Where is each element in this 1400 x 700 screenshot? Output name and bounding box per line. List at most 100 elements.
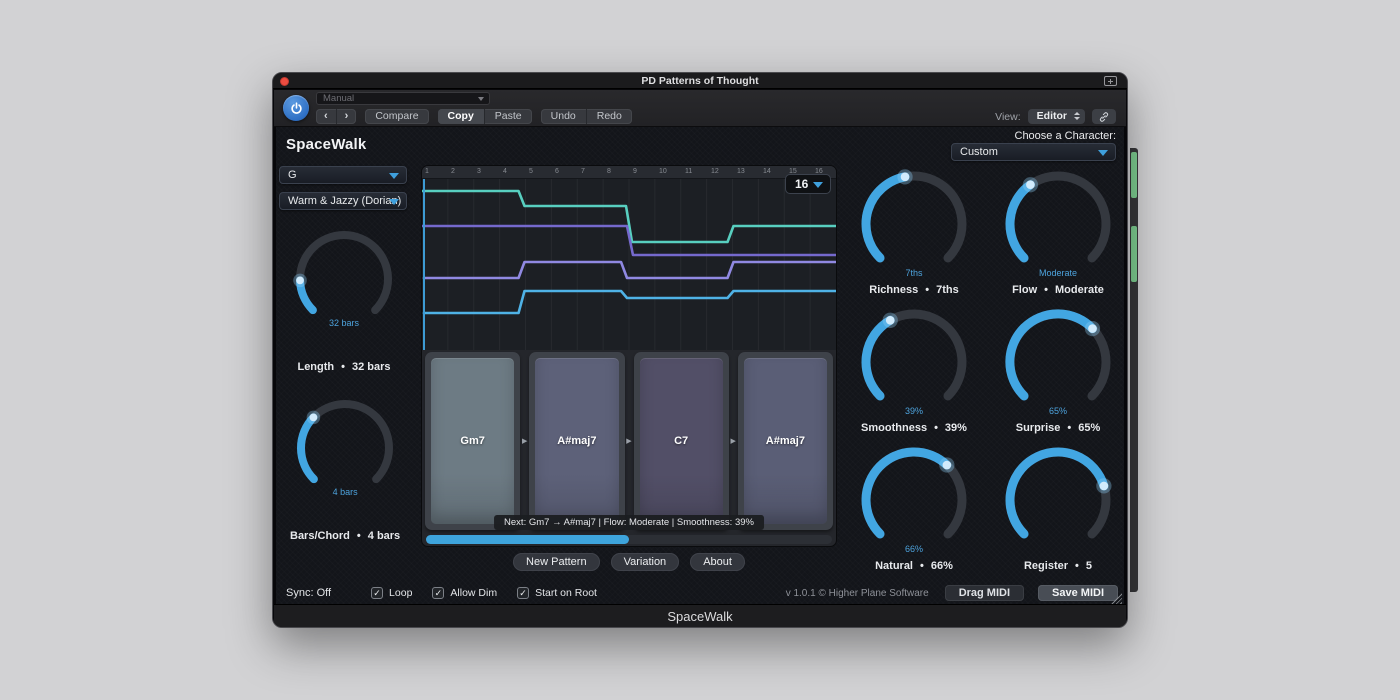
flow-caption: Flow•Moderate xyxy=(1012,284,1104,296)
compare-button[interactable]: Compare xyxy=(365,109,428,124)
smoothness-caption: Smoothness•39% xyxy=(861,422,967,434)
length-caption: Length•32 bars xyxy=(297,361,390,373)
up-down-chevrons-icon xyxy=(1074,112,1080,120)
style-value: Warm & Jazzy (Dorian) xyxy=(288,195,401,207)
knob-value-label: 65% xyxy=(999,406,1117,416)
surprise-knob[interactable]: 65% xyxy=(999,303,1117,421)
ruler-tick-label: 12 xyxy=(711,168,719,175)
ruler-tick-label: 14 xyxy=(763,168,771,175)
key-value: G xyxy=(288,169,297,181)
sequencer-panel: 12345678910111213141516 16 Gm7▶A#maj7▶C7… xyxy=(421,165,837,547)
bullet-separator: • xyxy=(357,530,361,542)
variation-button[interactable]: Variation xyxy=(611,553,680,571)
view-mode-select[interactable]: Editor xyxy=(1028,109,1085,124)
playhead xyxy=(423,179,425,350)
chord-block-face: Gm7 xyxy=(431,358,514,524)
ruler-tick-label: 8 xyxy=(607,168,611,175)
window-title: PD Patterns of Thought xyxy=(273,75,1127,87)
natural-knob[interactable]: 66% xyxy=(855,441,973,559)
caption-text: Bars/Chord xyxy=(290,530,350,542)
meter-segment xyxy=(1131,152,1137,198)
next-preset-button[interactable]: › xyxy=(336,109,357,124)
chord-block[interactable]: A#maj7 xyxy=(738,352,833,530)
drag-midi-button[interactable]: Drag MIDI xyxy=(945,585,1024,601)
new-pattern-button[interactable]: New Pattern xyxy=(513,553,600,571)
dropdown-arrow-icon xyxy=(389,199,399,205)
caption-text: Flow xyxy=(1012,284,1037,296)
save-midi-button[interactable]: Save MIDI xyxy=(1038,585,1118,601)
zoom-window-icon[interactable] xyxy=(1104,76,1117,86)
voice-graph[interactable]: 12345678910111213141516 16 xyxy=(422,166,836,350)
chord-block[interactable]: A#maj7 xyxy=(529,352,624,530)
prev-preset-button[interactable]: ‹ xyxy=(316,109,336,124)
checkbox[interactable]: ✓ xyxy=(371,587,383,599)
bullet-separator: • xyxy=(1067,422,1071,434)
sequencer-voice-4 xyxy=(424,291,836,313)
copy-button[interactable]: Copy xyxy=(438,109,484,124)
pattern-progress-bar[interactable] xyxy=(426,535,832,544)
length-knob[interactable]: 32 bars xyxy=(290,225,398,333)
view-label: View: xyxy=(995,111,1021,123)
chord-label: A#maj7 xyxy=(557,435,596,447)
bars-per-chord-caption: Bars/Chord • 4 bars xyxy=(290,530,400,542)
ruler-tick-label: 13 xyxy=(737,168,745,175)
link-icon xyxy=(1098,111,1110,123)
view-controls: View: Editor xyxy=(995,109,1116,124)
undo-button[interactable]: Undo xyxy=(541,109,586,124)
sync-toggle[interactable]: Sync: Off xyxy=(286,587,331,599)
status-text: Next: Gm7 → A#maj7 | Flow: Moderate | Sm… xyxy=(494,515,764,530)
bars-dropdown[interactable]: 16 xyxy=(785,174,831,194)
smoothness-knob[interactable]: 39% xyxy=(855,303,973,421)
flow-knob-unit: Moderate Flow•Moderate xyxy=(999,165,1117,296)
action-buttons: New Pattern Variation About xyxy=(421,553,837,571)
paste-button[interactable]: Paste xyxy=(484,109,532,124)
window-titlebar: PD Patterns of Thought xyxy=(273,73,1127,89)
about-button[interactable]: About xyxy=(690,553,745,571)
knob-value-label: Moderate xyxy=(999,268,1117,278)
key-dropdown[interactable]: G xyxy=(279,166,407,184)
length-knob-unit: 32 bars Length•32 bars xyxy=(290,225,398,373)
knob-value-label: 66% xyxy=(855,544,973,554)
richness-knob-unit: 7ths Richness•7ths xyxy=(855,165,973,296)
character-dropdown[interactable]: Custom xyxy=(951,143,1116,161)
bars-value: 16 xyxy=(795,177,808,191)
richness-knob[interactable]: 7ths xyxy=(855,165,973,283)
checkbox[interactable]: ✓ xyxy=(517,587,529,599)
chord-label: Gm7 xyxy=(460,435,484,447)
register-knob-unit: Register•5 xyxy=(999,441,1117,572)
chord-block-face: A#maj7 xyxy=(535,358,618,524)
caption-text: 66% xyxy=(931,560,953,572)
preset-dropdown[interactable]: Manual xyxy=(316,92,490,105)
ruler-tick-label: 7 xyxy=(581,168,585,175)
chord-label: C7 xyxy=(674,435,688,447)
progress-fill xyxy=(426,535,629,544)
caption-text: Moderate xyxy=(1055,284,1104,296)
caption-text: 65% xyxy=(1078,422,1100,434)
chord-block[interactable]: Gm7 xyxy=(425,352,520,530)
flow-knob[interactable]: Moderate xyxy=(999,165,1117,283)
chevron-down-icon xyxy=(478,97,484,101)
toolbar-buttons: ‹ › Compare Copy Paste Undo Redo xyxy=(316,109,632,124)
redo-button[interactable]: Redo xyxy=(586,109,632,124)
power-button[interactable] xyxy=(283,95,309,121)
caption-text: 4 bars xyxy=(368,530,400,542)
knob-value-label: 32 bars xyxy=(290,318,398,328)
register-knob[interactable] xyxy=(999,441,1117,559)
chord-block[interactable]: C7 xyxy=(634,352,729,530)
caption-text: Length xyxy=(297,361,334,373)
caption-text: Richness xyxy=(869,284,918,296)
checkbox-label: Loop xyxy=(389,587,412,599)
link-button[interactable] xyxy=(1092,109,1116,124)
bottom-control-bar: Sync: Off ✓Loop✓Allow Dim✓Start on Root … xyxy=(286,582,1118,604)
character-label: Choose a Character: xyxy=(1015,130,1117,142)
copy-paste-group: Copy Paste xyxy=(438,109,532,124)
checkbox-row: ✓Loop✓Allow Dim✓Start on Root xyxy=(371,587,597,599)
character-value: Custom xyxy=(960,146,998,158)
checkbox-item: ✓Start on Root xyxy=(517,587,597,599)
background-level-meter xyxy=(1130,148,1138,592)
style-dropdown[interactable]: Warm & Jazzy (Dorian) xyxy=(279,192,407,210)
checkbox[interactable]: ✓ xyxy=(432,587,444,599)
knob-value-label: 39% xyxy=(855,406,973,416)
undo-redo-group: Undo Redo xyxy=(541,109,632,124)
bars-per-chord-knob[interactable]: 4 bars xyxy=(291,394,399,502)
